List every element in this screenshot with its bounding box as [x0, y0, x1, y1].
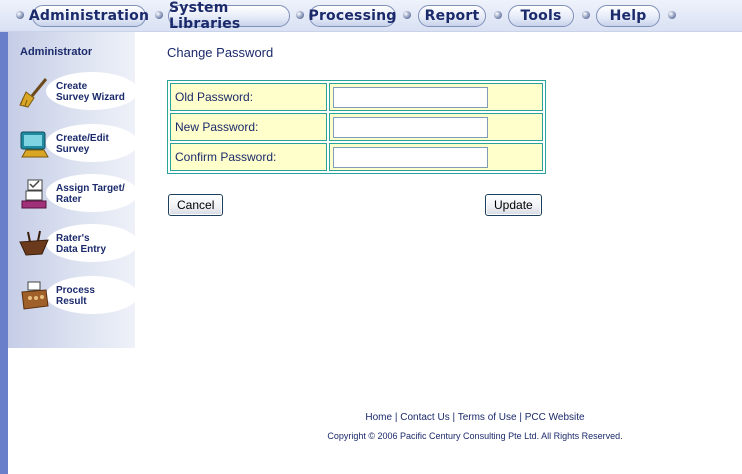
page-title: Change Password	[167, 45, 274, 60]
top-navigation-bar: Administration System Libraries Processi…	[0, 0, 742, 32]
computer-icon	[20, 131, 49, 158]
new-password-label: New Password:	[170, 113, 327, 141]
sidebar-item-create-edit-survey[interactable]: Create/Edit Survey	[16, 124, 138, 164]
new-password-cell	[329, 113, 543, 141]
ship-icon	[19, 230, 49, 256]
footer-home-link[interactable]: Home	[365, 412, 392, 423]
sidebar-item-raters-data-entry[interactable]: Rater's Data Entry	[16, 224, 138, 264]
footer-separator: |	[392, 412, 401, 423]
tab-system-libraries[interactable]: System Libraries	[168, 0, 290, 32]
confirm-password-label: Confirm Password:	[170, 143, 327, 171]
footer-contact-link[interactable]: Contact Us	[400, 412, 449, 423]
update-button[interactable]: Update	[485, 194, 542, 216]
footer-separator: |	[516, 412, 525, 423]
form-row-confirm-password: Confirm Password:	[169, 142, 544, 172]
nav-bullet-icon	[494, 11, 502, 19]
tab-help[interactable]: Help	[596, 5, 660, 27]
footer-terms-link[interactable]: Terms of Use	[458, 412, 517, 423]
assign-icon	[21, 179, 47, 209]
old-password-input[interactable]	[333, 86, 488, 108]
new-password-input[interactable]	[333, 116, 488, 138]
nav-bullet-icon	[668, 11, 676, 19]
sidebar-item-label: Assign Target/ Rater	[56, 183, 125, 205]
sidebar-item-process-result[interactable]: Process Result	[16, 276, 138, 316]
sidebar-item-assign-target-rater[interactable]: Assign Target/ Rater	[16, 174, 138, 214]
tab-processing[interactable]: Processing	[308, 5, 396, 27]
sidebar-item-label: Create/Edit Survey	[56, 133, 109, 155]
old-password-cell	[329, 83, 543, 111]
nav-bullet-icon	[155, 11, 163, 19]
broom-icon	[19, 78, 48, 108]
footer-links: Home | Contact Us | Terms of Use | PCC W…	[300, 412, 650, 423]
change-password-form: Old Password: New Password: Confirm Pass…	[167, 80, 546, 174]
confirm-password-cell	[329, 143, 543, 171]
confirm-password-input[interactable]	[333, 146, 488, 168]
footer-website-link[interactable]: PCC Website	[525, 412, 585, 423]
old-password-label: Old Password:	[170, 83, 327, 111]
footer-separator: |	[449, 412, 458, 423]
nav-bullet-icon	[403, 11, 411, 19]
cancel-button[interactable]: Cancel	[168, 194, 224, 216]
nav-bullet-icon	[296, 11, 304, 19]
sidebar-title: Administrator	[20, 46, 93, 58]
tab-report[interactable]: Report	[418, 5, 486, 27]
sidebar-item-create-survey-wizard[interactable]: Create Survey Wizard	[16, 72, 138, 112]
sidebar-item-label: Create Survey Wizard	[56, 81, 125, 103]
left-accent-stripe	[0, 32, 8, 474]
sidebar-item-label: Rater's Data Entry	[56, 233, 107, 255]
machine-icon	[21, 281, 49, 310]
footer-copyright: Copyright © 2006 Pacific Century Consult…	[327, 431, 623, 441]
tab-administration[interactable]: Administration	[29, 5, 149, 27]
sidebar-item-label: Process Result	[56, 285, 95, 307]
tab-tools[interactable]: Tools	[508, 5, 574, 27]
form-row-new-password: New Password:	[169, 112, 544, 142]
nav-bullet-icon	[582, 11, 590, 19]
form-row-old-password: Old Password:	[169, 82, 544, 112]
nav-bullet-icon	[16, 11, 24, 19]
sidebar: Administrator Create Survey Wizard Creat…	[8, 32, 138, 348]
